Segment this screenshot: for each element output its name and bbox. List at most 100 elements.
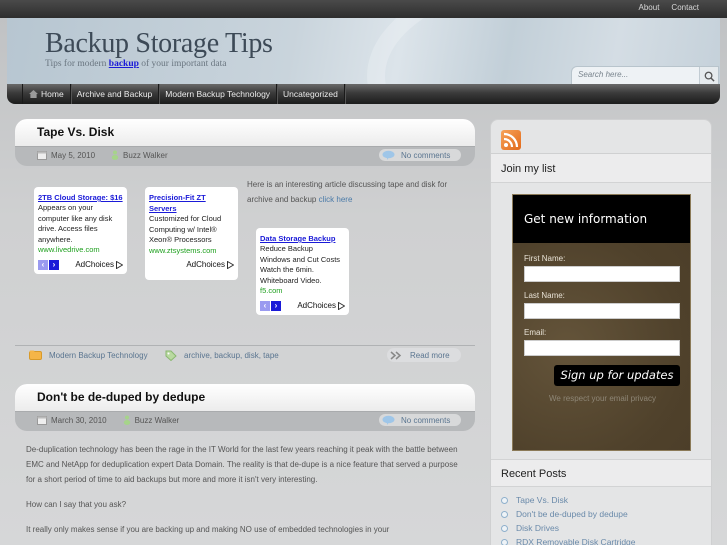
- adchoices-link[interactable]: AdChoices: [186, 260, 234, 269]
- bullet-icon: [501, 510, 508, 518]
- search-input[interactable]: [578, 70, 696, 79]
- join-list-title: Join my list: [491, 154, 711, 183]
- calendar-icon: [37, 415, 47, 425]
- ad-unit[interactable]: 2TB Cloud Storage: $16 Appears on your c…: [34, 187, 127, 274]
- bullet-icon: [501, 496, 508, 504]
- user-icon: [123, 415, 130, 425]
- contact-link[interactable]: Contact: [671, 3, 699, 12]
- search-button[interactable]: [699, 67, 718, 85]
- adchoices-label: AdChoices: [186, 260, 225, 269]
- adchoices-icon: [227, 260, 234, 269]
- tagline-text-pre: Tips for modern: [45, 59, 109, 69]
- ad-arrows: ‹ ›: [260, 300, 281, 311]
- ad-url[interactable]: f5.com: [260, 286, 345, 297]
- click-here-link[interactable]: click here: [319, 195, 353, 204]
- last-name-field[interactable]: [524, 303, 680, 319]
- post-meta: May 5, 2010 Buzz Walker: [37, 150, 168, 160]
- chevron-right-icon[interactable]: ›: [271, 300, 281, 311]
- nav-item-modern-backup-technology[interactable]: Modern Backup Technology: [159, 84, 278, 104]
- tagline-backup-link[interactable]: backup: [109, 59, 139, 69]
- chevron-left-icon[interactable]: ‹: [260, 300, 270, 311]
- comments-count: No comments: [401, 150, 451, 160]
- email-field[interactable]: [524, 340, 680, 356]
- nav-item-home[interactable]: Home: [22, 84, 71, 104]
- nav-item-label: Uncategorized: [283, 89, 338, 99]
- ad-title[interactable]: Precision-Fit ZT Servers: [149, 192, 234, 214]
- adchoices-icon: [116, 260, 123, 269]
- ad-footer: ‹ › AdChoices: [260, 300, 345, 311]
- ad-body: Customized for Cloud Computing w/ Intel®…: [149, 214, 222, 244]
- post-paragraph: How can I say that you ask?: [26, 500, 127, 509]
- about-link[interactable]: About: [639, 3, 660, 12]
- adchoices-link[interactable]: AdChoices: [75, 260, 123, 269]
- recent-post-link[interactable]: Don't be de-duped by dedupe: [516, 509, 628, 519]
- post-paragraph: De-duplication technology has been the r…: [26, 445, 458, 484]
- search-box: [571, 66, 719, 85]
- tags-links[interactable]: archive, backup, disk, tape: [184, 351, 279, 360]
- nav-item-label: Archive and Backup: [76, 89, 153, 99]
- privacy-note: We respect your email privacy: [549, 394, 656, 403]
- recent-posts-list: Tape Vs. Disk Don't be de-duped by dedup…: [501, 493, 636, 545]
- top-links: About Contact: [639, 3, 699, 12]
- ad-url[interactable]: www.livedrive.com: [38, 245, 123, 256]
- nav-item-uncategorized[interactable]: Uncategorized: [277, 84, 345, 104]
- adchoices-label: AdChoices: [297, 301, 336, 310]
- adchoices-link[interactable]: AdChoices: [297, 301, 345, 310]
- comments-link[interactable]: No comments: [379, 149, 461, 161]
- recent-post-item[interactable]: Disk Drives: [501, 521, 636, 535]
- ad-unit[interactable]: Precision-Fit ZT Servers Customized for …: [145, 187, 238, 280]
- recent-post-item[interactable]: RDX Removable Disk Cartridge: [501, 535, 636, 545]
- double-chevron-right-icon: [390, 350, 402, 360]
- first-name-label: First Name:: [524, 254, 566, 263]
- site-tagline: Tips for modern backup of your important…: [45, 59, 226, 69]
- tagline-text-post: of your important data: [138, 59, 227, 69]
- first-name-field[interactable]: [524, 266, 680, 282]
- ad-title[interactable]: Data Storage Backup: [260, 233, 345, 244]
- ad-title[interactable]: 2TB Cloud Storage: $16: [38, 192, 123, 203]
- rss-icon[interactable]: [501, 130, 521, 150]
- read-more-label: Read more: [410, 350, 450, 360]
- nav-item-label: Modern Backup Technology: [165, 89, 271, 99]
- ad-body: Appears on your computer like any disk d…: [38, 203, 113, 244]
- recent-posts-title: Recent Posts: [491, 459, 711, 487]
- main-nav: Home Archive and Backup Modern Backup Te…: [7, 84, 720, 104]
- read-more-button[interactable]: Read more: [387, 348, 461, 362]
- post-title[interactable]: Don't be de-duped by dedupe: [37, 390, 205, 404]
- post-tags: archive, backup, disk, tape: [165, 350, 279, 361]
- email-label: Email:: [524, 328, 547, 337]
- post-body: De-duplication technology has been the r…: [26, 442, 466, 537]
- adchoices-icon: [338, 301, 345, 310]
- category-link[interactable]: Modern Backup Technology: [49, 351, 148, 360]
- bullet-icon: [501, 538, 508, 545]
- post-category: Modern Backup Technology: [29, 350, 148, 360]
- comments-link[interactable]: No comments: [379, 414, 461, 426]
- post-excerpt: Here is an interesting article discussin…: [247, 177, 475, 207]
- adchoices-label: AdChoices: [75, 260, 114, 269]
- nav-item-archive-and-backup[interactable]: Archive and Backup: [71, 84, 160, 104]
- rss-widget: [491, 120, 711, 154]
- calendar-icon: [37, 150, 47, 160]
- sign-up-button[interactable]: Sign up for updates: [554, 365, 680, 386]
- chevron-right-icon[interactable]: ›: [49, 259, 59, 270]
- ad-unit[interactable]: Data Storage Backup Reduce Backup Window…: [256, 228, 349, 315]
- post-title-bar: Tape Vs. Disk: [15, 119, 475, 147]
- post-author[interactable]: Buzz Walker: [123, 151, 168, 160]
- post-footer: Modern Backup Technology archive, backup…: [15, 345, 475, 365]
- recent-post-item[interactable]: Tape Vs. Disk: [501, 493, 636, 507]
- top-bar: About Contact: [0, 0, 727, 18]
- recent-post-link[interactable]: Disk Drives: [516, 523, 559, 533]
- home-icon: [29, 90, 38, 98]
- site-title[interactable]: Backup Storage Tips: [45, 28, 273, 60]
- post-date: March 30, 2010: [51, 415, 107, 425]
- chevron-left-icon[interactable]: ‹: [38, 259, 48, 270]
- recent-post-link[interactable]: Tape Vs. Disk: [516, 495, 568, 505]
- nav-item-label: Home: [41, 89, 64, 99]
- recent-post-item[interactable]: Don't be de-duped by dedupe: [501, 507, 636, 521]
- magnifier-icon: [704, 71, 715, 82]
- post-author[interactable]: Buzz Walker: [135, 416, 180, 425]
- recent-post-link[interactable]: RDX Removable Disk Cartridge: [516, 537, 636, 545]
- post-title[interactable]: Tape Vs. Disk: [37, 125, 114, 139]
- ad-url[interactable]: www.ztsystems.com: [149, 246, 234, 257]
- speech-bubble-icon: [382, 415, 395, 425]
- bullet-icon: [501, 524, 508, 532]
